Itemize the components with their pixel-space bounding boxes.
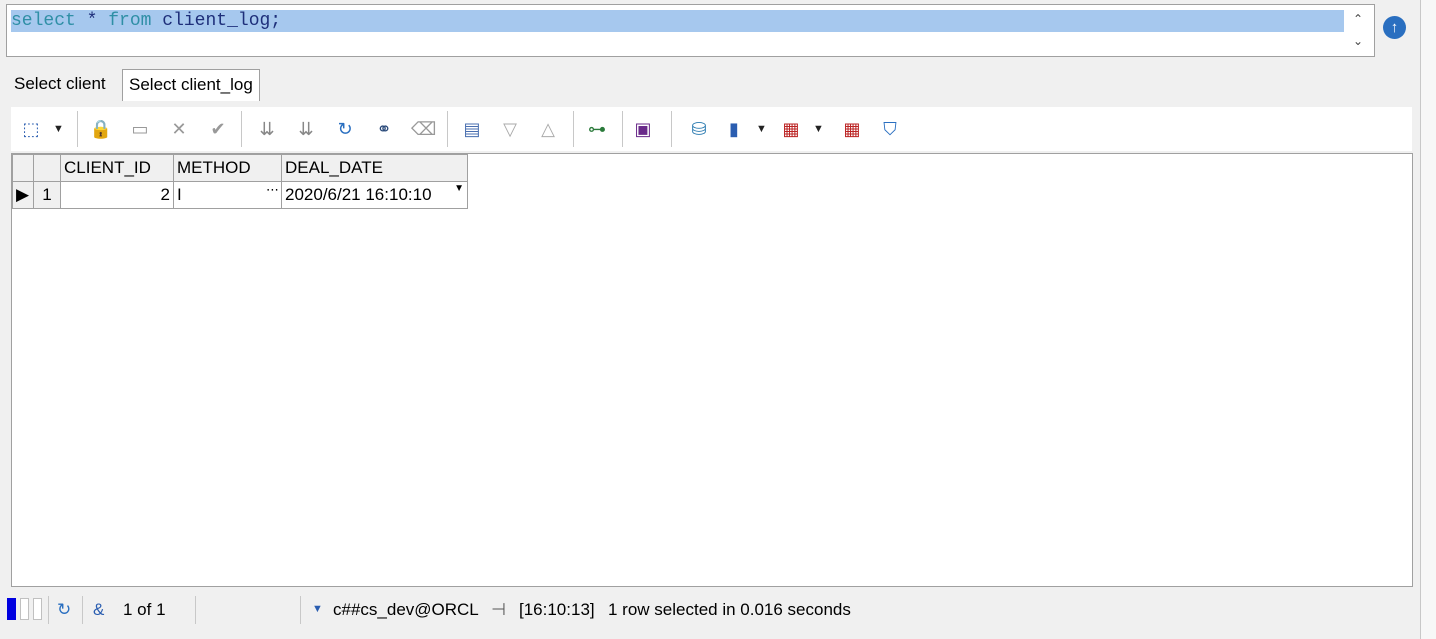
cell-client-id[interactable]: 2 xyxy=(60,181,174,209)
next-record-icon[interactable]: ▽ xyxy=(498,117,522,141)
query-by-example-icon[interactable]: ▤ xyxy=(460,117,484,141)
auto-refresh-icon[interactable]: ↻ xyxy=(57,600,71,620)
sql-keyword-from: from xyxy=(108,11,152,31)
chart-icon[interactable]: ▮ xyxy=(722,117,746,141)
progress-indicator-slot xyxy=(33,598,42,620)
delete-record-icon[interactable]: ✕ xyxy=(167,117,191,141)
refresh-icon[interactable]: ↻ xyxy=(333,117,357,141)
sql-keyword-select: select xyxy=(11,11,76,31)
results-table: CLIENT_ID METHOD DEAL_DATE ▶ 1 2 I ⋯ 2020… xyxy=(12,154,468,209)
row-indicator-icon: ▶ xyxy=(12,181,34,209)
status-time: [16:10:13] xyxy=(519,600,595,619)
corner-cell xyxy=(12,154,34,182)
status-divider xyxy=(300,596,301,624)
cell-deal-date[interactable]: 2020/6/21 16:10:10 ▼ xyxy=(281,181,468,209)
progress-indicator-slot xyxy=(20,598,29,620)
chevron-down-icon[interactable]: ▼ xyxy=(813,117,824,141)
first-record-icon[interactable]: ⇊ xyxy=(255,117,279,141)
status-divider xyxy=(48,596,49,624)
tab-select-client-log[interactable]: Select client_log xyxy=(122,69,260,101)
status-bar: ↻ & 1 of 1 ▼ c##cs_dev@ORCL ⊣ [16:10:13]… xyxy=(0,594,1420,626)
cell-deal-date-value: 2020/6/21 16:10:10 xyxy=(285,185,432,204)
grid-format-icon[interactable]: ▦ xyxy=(779,117,803,141)
status-divider xyxy=(195,596,196,624)
toolbar-divider xyxy=(77,111,78,147)
ellipsis-button[interactable]: ⋯ xyxy=(266,182,279,198)
connection-name[interactable]: c##cs_dev@ORCL xyxy=(333,600,479,620)
date-dropdown-button[interactable]: ▼ xyxy=(454,183,464,194)
sql-star: * xyxy=(86,11,98,31)
toolbar-divider xyxy=(447,111,448,147)
grid-toolbar: ⬚ ▼ 🔒 ▭ ✕ ✔ ⇊ ⇊ ↻ ⚭ ⌫ ▤ ▽ △ ⊶ ▣ ⛁ ▮ ▼ ▦ … xyxy=(11,107,1412,151)
find-icon[interactable]: ⚭ xyxy=(372,117,396,141)
cell-method-value: I xyxy=(177,185,182,204)
select-mode-icon[interactable]: ⬚ xyxy=(19,117,43,141)
prior-record-icon[interactable]: △ xyxy=(536,117,560,141)
data-grid[interactable]: CLIENT_ID METHOD DEAL_DATE ▶ 1 2 I ⋯ 2020… xyxy=(11,153,1413,587)
toolbar-divider xyxy=(241,111,242,147)
header-row: CLIENT_ID METHOD DEAL_DATE xyxy=(12,154,468,182)
save-icon[interactable]: ▣ xyxy=(631,117,655,141)
lock-icon[interactable]: 🔒 xyxy=(89,117,113,141)
table-row[interactable]: ▶ 1 2 I ⋯ 2020/6/21 16:10:10 ▼ xyxy=(12,181,468,209)
toolbar-divider xyxy=(671,111,672,147)
ampersand-substitution[interactable]: & xyxy=(93,600,104,620)
scroll-up-button[interactable]: ⌃ xyxy=(1349,10,1367,28)
sql-editor[interactable]: select * from client_log; ⌃ ⌄ xyxy=(6,4,1375,57)
post-changes-icon[interactable]: ✔ xyxy=(206,117,230,141)
row-number: 1 xyxy=(33,181,61,209)
cell-method[interactable]: I ⋯ xyxy=(173,181,282,209)
toolbar-divider xyxy=(622,111,623,147)
clear-icon[interactable]: ⌫ xyxy=(411,117,436,141)
tree-view-icon[interactable]: ⊶ xyxy=(585,117,609,141)
filter-icon[interactable]: ⛉ xyxy=(878,117,902,141)
compare-icon[interactable]: ▦ xyxy=(840,117,864,141)
status-message: 1 row selected in 0.016 seconds xyxy=(608,600,851,619)
scroll-down-button[interactable]: ⌄ xyxy=(1349,32,1367,50)
corner-cell xyxy=(33,154,61,182)
sql-text[interactable]: select * from client_log; xyxy=(11,10,1344,32)
last-record-icon[interactable]: ⇊ xyxy=(294,117,318,141)
insert-record-icon[interactable]: ▭ xyxy=(128,117,152,141)
column-header-deal-date[interactable]: DEAL_DATE xyxy=(281,154,468,182)
arrow-up-circle-icon[interactable]: ↑ xyxy=(1383,16,1406,39)
chevron-down-icon[interactable]: ▼ xyxy=(53,117,64,141)
sql-table-name: client_log; xyxy=(162,11,282,31)
record-position: 1 of 1 xyxy=(123,600,166,619)
column-header-method[interactable]: METHOD xyxy=(173,154,282,182)
side-panel-edge xyxy=(1420,0,1436,639)
progress-indicator xyxy=(7,598,16,620)
export-icon[interactable]: ⛁ xyxy=(687,117,711,141)
toolbar-divider xyxy=(573,111,574,147)
pin-icon: ⊣ xyxy=(491,600,506,619)
tab-select-client[interactable]: Select client xyxy=(8,69,112,99)
chevron-down-icon[interactable]: ▼ xyxy=(312,603,323,615)
column-header-client-id[interactable]: CLIENT_ID xyxy=(60,154,174,182)
chevron-down-icon[interactable]: ▼ xyxy=(756,117,767,141)
status-divider xyxy=(82,596,83,624)
